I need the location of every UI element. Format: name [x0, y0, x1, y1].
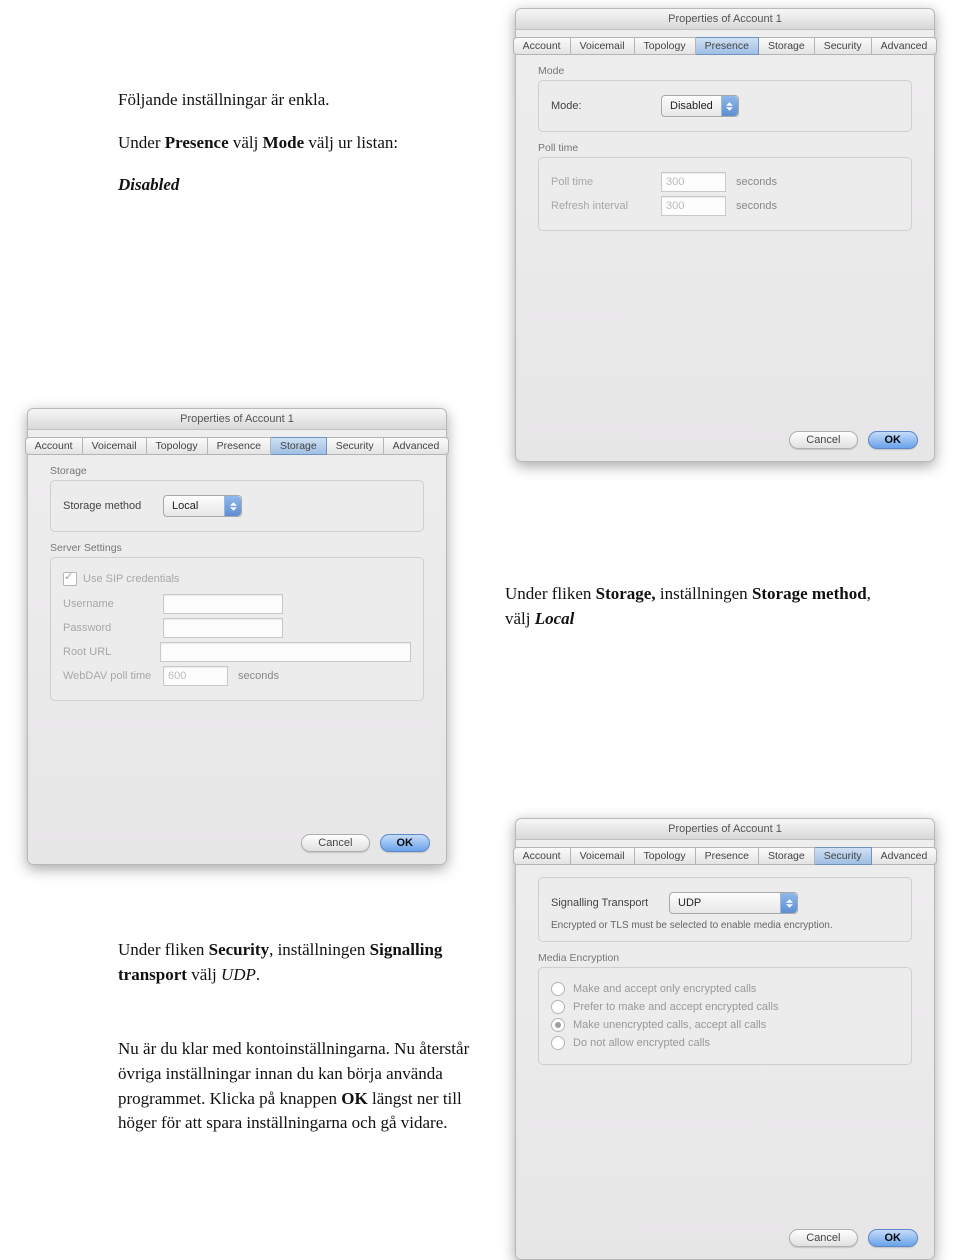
poll-group: Poll time seconds Refresh interval secon… — [538, 157, 912, 231]
tab-advanced[interactable]: Advanced — [384, 437, 450, 455]
tab-account[interactable]: Account — [513, 37, 571, 55]
ok-button[interactable]: OK — [868, 431, 919, 449]
cancel-button[interactable]: Cancel — [789, 1229, 857, 1247]
mode-label: Mode: — [551, 100, 661, 112]
radio-unencrypted[interactable] — [551, 1018, 565, 1032]
storage-section-label: Storage — [50, 465, 424, 477]
webdav-poll-unit: seconds — [238, 670, 279, 682]
tab-account[interactable]: Account — [513, 847, 571, 865]
radio-no-encrypted-label: Do not allow encrypted calls — [573, 1037, 710, 1049]
server-settings-label: Server Settings — [50, 542, 424, 554]
chevron-updown-icon — [224, 496, 241, 516]
poll-time-label: Poll time — [551, 176, 661, 188]
tab-storage[interactable]: Storage — [271, 437, 327, 455]
tab-advanced[interactable]: Advanced — [872, 37, 938, 55]
tab-topology[interactable]: Topology — [147, 437, 208, 455]
mode-group: Mode: Disabled — [538, 80, 912, 132]
ok-button[interactable]: OK — [868, 1229, 919, 1247]
chevron-updown-icon — [721, 96, 738, 116]
tab-security[interactable]: Security — [327, 437, 384, 455]
sig-transport-label: Signalling Transport — [551, 897, 669, 909]
sig-transport-group: Signalling Transport UDP Encrypted or TL… — [538, 877, 912, 942]
security-panel: Properties of Account 1 Account Voicemai… — [515, 818, 935, 1260]
sig-transport-dropdown[interactable]: UDP — [669, 892, 798, 914]
chevron-updown-icon — [780, 893, 797, 913]
radio-prefer-encrypted[interactable] — [551, 1000, 565, 1014]
tab-storage[interactable]: Storage — [759, 847, 815, 865]
password-label: Password — [63, 622, 163, 634]
radio-no-encrypted[interactable] — [551, 1036, 565, 1050]
tab-presence[interactable]: Presence — [696, 847, 759, 865]
tab-presence[interactable]: Presence — [696, 37, 759, 55]
tab-account[interactable]: Account — [25, 437, 83, 455]
username-label: Username — [63, 598, 163, 610]
tab-topology[interactable]: Topology — [635, 847, 696, 865]
root-url-label: Root URL — [63, 646, 160, 658]
window-title: Properties of Account 1 — [516, 9, 934, 30]
refresh-interval-label: Refresh interval — [551, 200, 661, 212]
mode-dropdown[interactable]: Disabled — [661, 95, 739, 117]
window-title: Properties of Account 1 — [516, 819, 934, 840]
storage-group: Storage method Local — [50, 480, 424, 532]
poll-section-label: Poll time — [538, 142, 912, 154]
ok-button[interactable]: OK — [380, 834, 431, 852]
webdav-poll-label: WebDAV poll time — [63, 670, 163, 682]
media-encryption-group: Make and accept only encrypted calls Pre… — [538, 967, 912, 1065]
webdav-poll-input[interactable] — [163, 666, 228, 686]
root-url-input[interactable] — [160, 642, 411, 662]
tab-advanced[interactable]: Advanced — [872, 847, 938, 865]
tab-voicemail[interactable]: Voicemail — [571, 847, 635, 865]
tab-security[interactable]: Security — [815, 847, 872, 865]
radio-only-encrypted-label: Make and accept only encrypted calls — [573, 983, 756, 995]
doc-text-storage: Under fliken Storage, inställningen Stor… — [505, 582, 885, 631]
tab-bar: Account Voicemail Topology Presence Stor… — [28, 437, 446, 455]
storage-method-label: Storage method — [63, 500, 163, 512]
radio-unencrypted-label: Make unencrypted calls, accept all calls — [573, 1019, 766, 1031]
tab-topology[interactable]: Topology — [635, 37, 696, 55]
refresh-interval-unit: seconds — [736, 200, 777, 212]
server-settings-group: Use SIP credentials Username Password Ro… — [50, 557, 424, 701]
cancel-button[interactable]: Cancel — [789, 431, 857, 449]
tab-bar: Account Voicemail Topology Presence Stor… — [516, 37, 934, 55]
radio-only-encrypted[interactable] — [551, 982, 565, 996]
mode-section-label: Mode — [538, 65, 912, 77]
tab-security[interactable]: Security — [815, 37, 872, 55]
use-sip-checkbox[interactable] — [63, 572, 77, 586]
tab-voicemail[interactable]: Voicemail — [571, 37, 635, 55]
sig-note: Encrypted or TLS must be selected to ena… — [551, 920, 899, 931]
storage-panel: Properties of Account 1 Account Voicemai… — [27, 408, 447, 865]
tab-storage[interactable]: Storage — [759, 37, 815, 55]
tab-bar: Account Voicemail Topology Presence Stor… — [516, 847, 934, 865]
tab-voicemail[interactable]: Voicemail — [83, 437, 147, 455]
doc-text-security: Under fliken Security, inställningen Sig… — [118, 938, 478, 1136]
username-input[interactable] — [163, 594, 283, 614]
refresh-interval-input[interactable] — [661, 196, 726, 216]
presence-panel: Properties of Account 1 Account Voicemai… — [515, 8, 935, 462]
media-encryption-label: Media Encryption — [538, 952, 912, 964]
password-input[interactable] — [163, 618, 283, 638]
doc-text-presence: Följande inställningar är enkla. Under P… — [118, 88, 488, 198]
storage-method-dropdown[interactable]: Local — [163, 495, 242, 517]
poll-time-unit: seconds — [736, 176, 777, 188]
poll-time-input[interactable] — [661, 172, 726, 192]
radio-prefer-encrypted-label: Prefer to make and accept encrypted call… — [573, 1001, 778, 1013]
tab-presence[interactable]: Presence — [208, 437, 271, 455]
cancel-button[interactable]: Cancel — [301, 834, 369, 852]
window-title: Properties of Account 1 — [28, 409, 446, 430]
use-sip-label: Use SIP credentials — [83, 573, 179, 585]
